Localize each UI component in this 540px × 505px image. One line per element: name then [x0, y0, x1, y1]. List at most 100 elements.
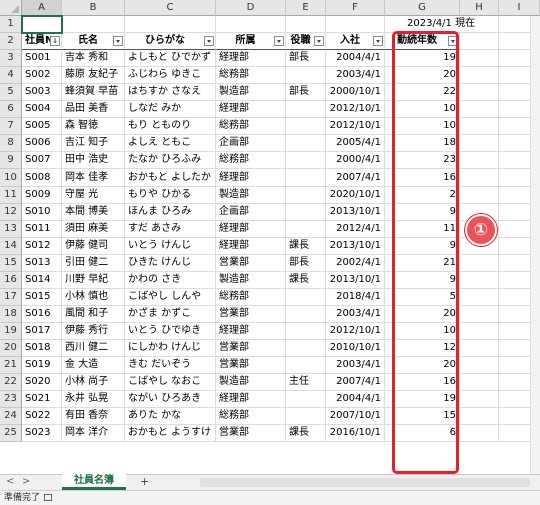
cell-empty[interactable] — [460, 340, 499, 357]
cell-empty[interactable] — [460, 187, 499, 204]
cell-join[interactable]: 2012/10/1 — [326, 118, 385, 135]
cell-kana[interactable]: ありた かな — [125, 408, 216, 425]
cell-kana[interactable]: ふじわら ゆきこ — [125, 67, 216, 84]
cell-id[interactable]: S021 — [22, 391, 62, 408]
cell-role[interactable] — [286, 204, 326, 221]
cell-name[interactable]: 吉江 知子 — [62, 135, 125, 152]
filter-dropdown-icon[interactable] — [314, 36, 324, 46]
cell-years[interactable]: 20 — [385, 67, 460, 84]
cell-years[interactable]: 10 — [385, 118, 460, 135]
as-of-date[interactable]: 2023/4/1 現在 — [385, 16, 499, 33]
cell-name[interactable]: 岡本 洋介 — [62, 425, 125, 442]
cell-role[interactable]: 主任 — [286, 374, 326, 391]
row-header-14[interactable]: 14 — [0, 238, 22, 255]
cell-dept[interactable]: 経理部 — [216, 101, 286, 118]
cell-name[interactable]: 風間 和子 — [62, 306, 125, 323]
cell-dept[interactable]: 企画部 — [216, 135, 286, 152]
row-header-20[interactable]: 20 — [0, 340, 22, 357]
cell-role[interactable] — [286, 391, 326, 408]
cell-join[interactable]: 2005/4/1 — [326, 135, 385, 152]
cell-join[interactable]: 2007/10/1 — [326, 408, 385, 425]
cell-kana[interactable]: たなか ひろふみ — [125, 152, 216, 169]
cell-kana[interactable]: おかもと ようすけ — [125, 425, 216, 442]
cell-name[interactable]: 永井 弘晃 — [62, 391, 125, 408]
row-header-19[interactable]: 19 — [0, 323, 22, 340]
filter-dropdown-icon[interactable] — [373, 36, 383, 46]
cell-dept[interactable]: 営業部 — [216, 255, 286, 272]
cell-row2-h[interactable] — [460, 33, 499, 50]
cell-id[interactable]: S003 — [22, 84, 62, 101]
cell-years[interactable]: 10 — [385, 323, 460, 340]
cell-empty[interactable] — [460, 101, 499, 118]
cell-id[interactable]: S017 — [22, 323, 62, 340]
cell-name[interactable]: 本間 博美 — [62, 204, 125, 221]
sort-filter-icon[interactable]: ↓ — [50, 36, 60, 46]
cell-join[interactable]: 2007/4/1 — [326, 169, 385, 187]
cell-dept[interactable]: 経理部 — [216, 221, 286, 238]
cell-id[interactable]: S018 — [22, 340, 62, 357]
cell-dept[interactable]: 総務部 — [216, 289, 286, 306]
cell-kana[interactable]: いとう けんじ — [125, 238, 216, 255]
cell-years[interactable]: 9 — [385, 204, 460, 221]
cell-years[interactable]: 16 — [385, 169, 460, 187]
column-header-a[interactable]: A — [22, 0, 62, 16]
row-header-9[interactable]: 9 — [0, 152, 22, 169]
cell-empty[interactable] — [460, 135, 499, 152]
cell-row1-d[interactable] — [216, 16, 286, 33]
cell-name[interactable]: 森 智徳 — [62, 118, 125, 135]
cell-dept[interactable]: 製造部 — [216, 272, 286, 289]
cell-empty[interactable] — [460, 152, 499, 169]
header-dept[interactable]: 所属 — [216, 33, 286, 50]
cell-id[interactable]: S020 — [22, 374, 62, 391]
cell-id[interactable]: S016 — [22, 306, 62, 323]
row-header-15[interactable]: 15 — [0, 255, 22, 272]
cell-join[interactable]: 2013/10/1 — [326, 238, 385, 255]
filter-dropdown-icon[interactable] — [448, 36, 458, 46]
sheet-tab[interactable]: 社員名簿 — [62, 474, 126, 490]
cell-id[interactable]: S014 — [22, 272, 62, 289]
cell-kana[interactable]: こばやし しんや — [125, 289, 216, 306]
cell-dept[interactable]: 製造部 — [216, 374, 286, 391]
row-header-25[interactable]: 25 — [0, 425, 22, 442]
cell-id[interactable]: S009 — [22, 187, 62, 204]
cell-join[interactable]: 2018/4/1 — [326, 289, 385, 306]
cell-years[interactable]: 18 — [385, 135, 460, 152]
cell-id[interactable]: S022 — [22, 408, 62, 425]
header-join[interactable]: 入社 — [326, 33, 385, 50]
cell-years[interactable]: 20 — [385, 306, 460, 323]
cell-dept[interactable]: 経理部 — [216, 391, 286, 408]
header-kana[interactable]: ひらがな — [125, 33, 216, 50]
cell-dept[interactable]: 総務部 — [216, 152, 286, 169]
cell-years[interactable]: 10 — [385, 101, 460, 118]
cell-years[interactable]: 2 — [385, 187, 460, 204]
cell-role[interactable]: 課長 — [286, 238, 326, 255]
cell-years[interactable]: 16 — [385, 374, 460, 391]
cell-join[interactable]: 2012/10/1 — [326, 323, 385, 340]
cell-dept[interactable]: 経理部 — [216, 169, 286, 187]
column-header-i[interactable]: I — [499, 0, 540, 16]
cell-join[interactable]: 2000/4/1 — [326, 152, 385, 169]
cell-join[interactable]: 2003/4/1 — [326, 306, 385, 323]
vertical-scrollbar[interactable] — [530, 16, 540, 474]
row-header-12[interactable]: 12 — [0, 204, 22, 221]
cell-dept[interactable]: 経理部 — [216, 50, 286, 67]
cell-kana[interactable]: こばやし なおこ — [125, 374, 216, 391]
cell-dept[interactable]: 製造部 — [216, 187, 286, 204]
cell-years[interactable]: 21 — [385, 255, 460, 272]
cell-kana[interactable]: にしかわ けんじ — [125, 340, 216, 357]
cell-join[interactable]: 2007/4/1 — [326, 374, 385, 391]
cell-empty[interactable] — [460, 357, 499, 374]
cell-empty[interactable] — [460, 323, 499, 340]
cell-role[interactable]: 部長 — [286, 84, 326, 101]
cell-name[interactable]: 伊藤 健司 — [62, 238, 125, 255]
cell-name[interactable]: 蜂須賀 早苗 — [62, 84, 125, 101]
row-header-7[interactable]: 7 — [0, 118, 22, 135]
cell-years[interactable]: 23 — [385, 152, 460, 169]
cell-name[interactable]: 小林 尚子 — [62, 374, 125, 391]
cell-kana[interactable]: すだ あさみ — [125, 221, 216, 238]
cell-empty[interactable] — [460, 272, 499, 289]
cell-name[interactable]: 伊藤 秀行 — [62, 323, 125, 340]
cell-years[interactable]: 19 — [385, 50, 460, 67]
cell-name[interactable]: 西川 健二 — [62, 340, 125, 357]
cell-role[interactable]: 部長 — [286, 255, 326, 272]
